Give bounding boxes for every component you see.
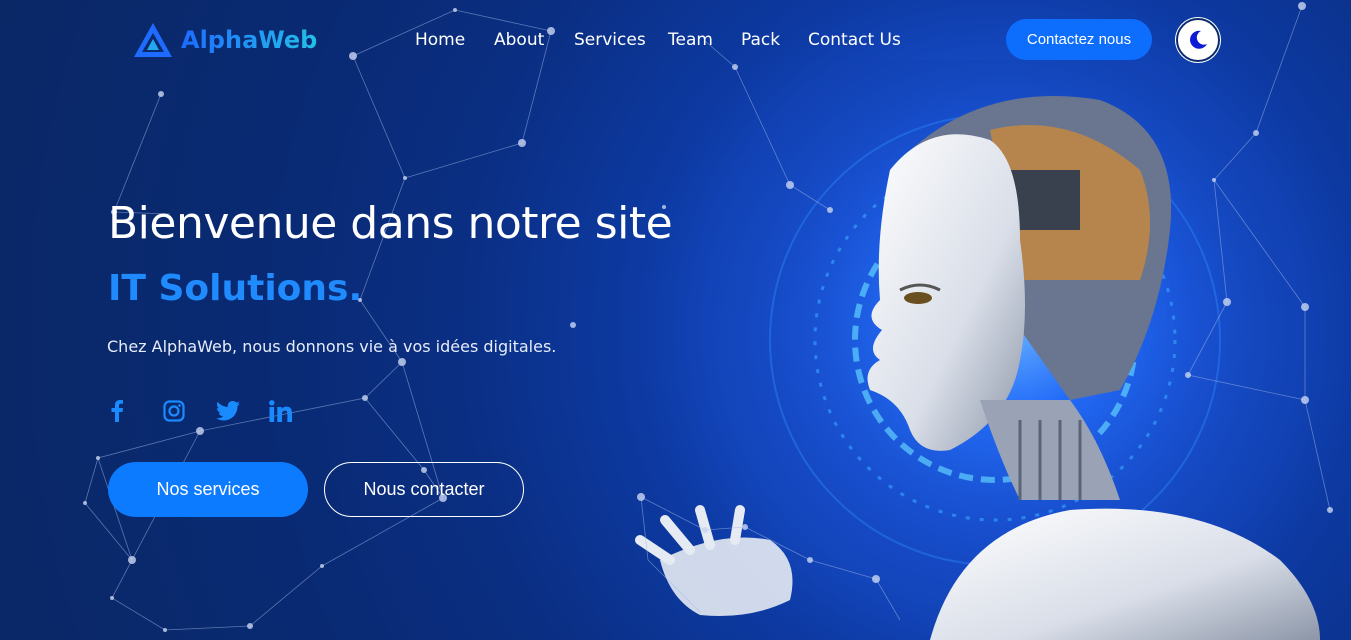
hero-subtitle: IT Solutions. [108, 268, 363, 309]
nav-pack[interactable]: Pack [741, 30, 808, 50]
contact-us-button[interactable]: Nous contacter [324, 462, 524, 517]
our-services-button[interactable]: Nos services [108, 462, 308, 517]
logo-icon [134, 23, 172, 57]
brand-logo[interactable]: AlphaWeb [133, 22, 317, 58]
brand-name: AlphaWeb [181, 26, 318, 54]
instagram-icon[interactable] [163, 396, 216, 426]
nav-contact[interactable]: Contact Us [808, 30, 901, 50]
nav-team[interactable]: Team [668, 30, 741, 50]
network-lines-decoration [83, 2, 1333, 632]
nav-home[interactable]: Home [415, 30, 494, 50]
site-header: AlphaWeb Home About Services Team Pack C… [0, 0, 1351, 82]
facebook-icon[interactable] [110, 396, 163, 426]
hero-title: Bienvenue dans notre site [108, 198, 673, 249]
moon-icon [1190, 30, 1207, 49]
linkedin-icon[interactable] [269, 396, 322, 426]
main-nav: Home About Services Team Pack Contact Us [415, 30, 901, 50]
nav-about[interactable]: About [494, 30, 574, 50]
twitter-icon[interactable] [216, 396, 269, 426]
contact-button[interactable]: Contactez nous [1006, 19, 1152, 60]
nav-services[interactable]: Services [574, 30, 668, 50]
hero-text: Chez AlphaWeb, nous donnons vie à vos id… [107, 337, 557, 356]
theme-toggle-button[interactable] [1176, 18, 1220, 62]
social-links [110, 396, 322, 426]
